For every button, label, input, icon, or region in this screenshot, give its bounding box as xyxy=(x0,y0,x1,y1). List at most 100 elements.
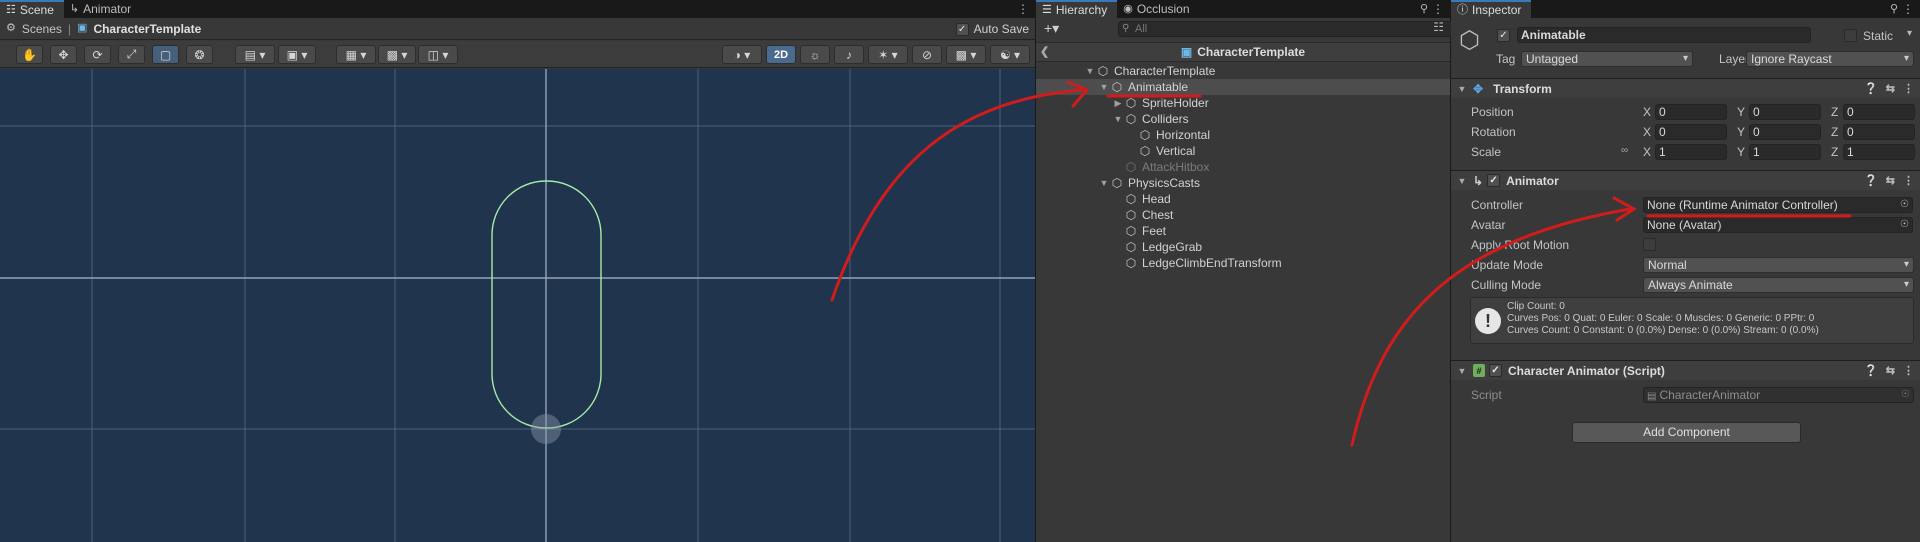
gizmos-dropdown[interactable]: ☯ ▾ xyxy=(990,45,1030,64)
transform-tool-button[interactable]: ❂ xyxy=(186,45,213,64)
tab-scene[interactable]: ☷ Scene xyxy=(0,0,64,18)
hierarchy-item-feet[interactable]: ⬡ Feet xyxy=(1036,223,1450,239)
tab-occlusion[interactable]: ◉ Occlusion xyxy=(1117,0,1199,18)
scale-z-field[interactable]: 1 xyxy=(1843,144,1915,160)
move-tool-button[interactable]: ✥ xyxy=(50,45,77,64)
gameobject-large-icon[interactable]: ⬡ xyxy=(1459,26,1480,55)
hierarchy-item-ledgegrab[interactable]: ⬡ LedgeGrab xyxy=(1036,239,1450,255)
presets-icon[interactable]: ⇆ xyxy=(1886,364,1895,377)
position-z-field[interactable]: 0 xyxy=(1843,104,1915,120)
position-y-field[interactable]: 0 xyxy=(1749,104,1821,120)
help-icon[interactable]: ❔ xyxy=(1864,364,1878,377)
align-dropdown[interactable]: ◫ ▾ xyxy=(418,45,458,64)
pivot-handle[interactable] xyxy=(531,414,561,444)
scene-menu-icon[interactable]: ⋮ xyxy=(1017,2,1029,16)
scale-tool-button[interactable]: ⤢ xyxy=(118,45,145,64)
scene-viewport[interactable] xyxy=(0,69,1035,542)
pivot-dropdown[interactable]: ▣ ▾ xyxy=(278,45,316,64)
hierarchy-search-input[interactable]: ⚲ All xyxy=(1118,21,1468,37)
object-name-field[interactable]: Animatable xyxy=(1517,27,1811,43)
static-dropdown-icon[interactable]: ▾ xyxy=(1907,28,1912,39)
audio-toggle[interactable]: ♪ xyxy=(834,45,864,64)
hierarchy-item-spriteholder[interactable]: ▶ ⬡ SpriteHolder xyxy=(1036,95,1450,111)
apply-root-motion-checkbox[interactable] xyxy=(1643,238,1656,251)
static-checkbox[interactable] xyxy=(1844,29,1857,42)
foldout-arrow-icon[interactable]: ▼ xyxy=(1455,176,1469,186)
tag-dropdown[interactable]: Untagged xyxy=(1521,51,1693,67)
transform-header[interactable]: ▼ ✥ Transform ❔ ⇆ ⋮ xyxy=(1451,78,1920,98)
controller-value: None (Runtime Animator Controller) xyxy=(1647,198,1838,212)
collapse-arrow-icon[interactable]: ▶ xyxy=(1112,98,1124,109)
expand-arrow-icon[interactable]: ▼ xyxy=(1112,114,1124,124)
lock-icon[interactable]: ⚲ xyxy=(1420,2,1428,15)
auto-save-checkbox[interactable]: ✓ xyxy=(955,22,969,36)
hierarchy-item-animatable[interactable]: ▼ ⬡ Animatable xyxy=(1036,79,1450,95)
animator-enabled-checkbox[interactable]: ✓ xyxy=(1487,174,1501,187)
effects-dropdown[interactable]: ✶ ▾ xyxy=(868,45,908,64)
hierarchy-item-colliders[interactable]: ▼ ⬡ Colliders xyxy=(1036,111,1450,127)
foldout-arrow-icon[interactable]: ▼ xyxy=(1455,84,1469,94)
hand-tool-button[interactable]: ✋ xyxy=(16,45,43,64)
hierarchy-menu-icon[interactable]: ⋮ xyxy=(1432,2,1444,16)
help-icon[interactable]: ❔ xyxy=(1864,174,1878,187)
rotation-z-field[interactable]: 0 xyxy=(1843,124,1915,140)
gizmo-tool-dropdown[interactable]: ▤ ▾ xyxy=(235,45,275,64)
hierarchy-item-ledgeclimbendtransform[interactable]: ⬡ LedgeClimbEndTransform xyxy=(1036,255,1450,271)
object-picker-icon[interactable]: ☉ xyxy=(1900,198,1909,212)
layer-dropdown[interactable]: Ignore Raycast xyxy=(1746,51,1914,67)
constrain-proportions-link-icon[interactable]: ∞ xyxy=(1621,145,1628,156)
camera-dropdown[interactable]: ▩ ▾ xyxy=(946,45,986,64)
back-chevron-icon[interactable]: ❮ xyxy=(1040,45,1049,58)
visibility-toggle[interactable]: ⊘ xyxy=(912,45,942,64)
expand-arrow-icon[interactable]: ▼ xyxy=(1098,82,1110,92)
auto-save-toggle[interactable]: ✓ Auto Save xyxy=(955,22,1029,36)
controller-object-field[interactable]: None (Runtime Animator Controller) ☉ xyxy=(1643,197,1913,213)
search-options-icon[interactable]: ☷ xyxy=(1433,20,1444,34)
create-plus-icon[interactable]: +▾ xyxy=(1044,20,1059,37)
rotation-y-field[interactable]: 0 xyxy=(1749,124,1821,140)
script-enabled-checkbox[interactable]: ✓ xyxy=(1489,364,1502,377)
culling-mode-dropdown[interactable]: Always Animate xyxy=(1643,277,1914,293)
lighting-toggle[interactable]: ☼ xyxy=(800,45,830,64)
foldout-arrow-icon[interactable]: ▼ xyxy=(1455,366,1469,376)
presets-icon[interactable]: ⇆ xyxy=(1886,174,1895,187)
expand-arrow-icon[interactable]: ▼ xyxy=(1084,66,1096,76)
avatar-object-field[interactable]: None (Avatar) ☉ xyxy=(1643,217,1913,233)
tab-hierarchy[interactable]: ☰ Hierarchy xyxy=(1036,0,1118,18)
object-picker-icon[interactable]: ☉ xyxy=(1900,218,1909,232)
breadcrumb-root[interactable]: Scenes xyxy=(22,22,62,36)
hierarchy-item-head[interactable]: ⬡ Head xyxy=(1036,191,1450,207)
hierarchy-item-attackhitbox[interactable]: ⬡ AttackHitbox xyxy=(1036,159,1450,175)
rotate-tool-button[interactable]: ⟳ xyxy=(84,45,111,64)
update-mode-dropdown[interactable]: Normal xyxy=(1643,257,1914,273)
expand-arrow-icon[interactable]: ▼ xyxy=(1098,178,1110,188)
position-x-field[interactable]: 0 xyxy=(1655,104,1727,120)
component-menu-icon[interactable]: ⋮ xyxy=(1903,82,1914,95)
draw-mode-dropdown[interactable]: ◑ ▾ xyxy=(722,45,762,64)
scale-x-field[interactable]: 1 xyxy=(1655,144,1727,160)
tab-inspector[interactable]: ⓘ Inspector xyxy=(1451,0,1532,18)
presets-icon[interactable]: ⇆ xyxy=(1886,82,1895,95)
rect-tool-button[interactable]: ▢ xyxy=(152,45,179,64)
scene-tabbar: ☷ Scene ↳ Animator xyxy=(0,0,1035,18)
inspector-menu-icon[interactable]: ⋮ xyxy=(1902,2,1914,16)
component-menu-icon[interactable]: ⋮ xyxy=(1903,364,1914,377)
hierarchy-item-physicscasts[interactable]: ▼ ⬡ PhysicsCasts xyxy=(1036,175,1450,191)
character-animator-header[interactable]: ▼ # ✓ Character Animator (Script) ❔ ⇆ ⋮ xyxy=(1451,360,1920,380)
mode-2d-button[interactable]: 2D xyxy=(766,45,796,64)
component-menu-icon[interactable]: ⋮ xyxy=(1903,174,1914,187)
grid-snap-dropdown[interactable]: ▦ ▾ xyxy=(336,45,376,64)
hierarchy-item-horizontal[interactable]: ⬡ Horizontal xyxy=(1036,127,1450,143)
snap-increment-dropdown[interactable]: ▩ ▾ xyxy=(378,45,416,64)
rotation-x-field[interactable]: 0 xyxy=(1655,124,1727,140)
lock-icon[interactable]: ⚲ xyxy=(1890,2,1898,15)
scale-y-field[interactable]: 1 xyxy=(1749,144,1821,160)
tab-animator[interactable]: ↳ Animator xyxy=(64,0,141,18)
help-icon[interactable]: ❔ xyxy=(1864,82,1878,95)
hierarchy-item-charactertemplate[interactable]: ▼ ⬡ CharacterTemplate xyxy=(1036,63,1450,79)
add-component-button[interactable]: Add Component xyxy=(1572,422,1801,443)
active-checkbox[interactable]: ✓ xyxy=(1497,29,1510,42)
hierarchy-item-chest[interactable]: ⬡ Chest xyxy=(1036,207,1450,223)
animator-header[interactable]: ▼ ↳ ✓ Animator ❔ ⇆ ⋮ xyxy=(1451,170,1920,190)
hierarchy-item-vertical[interactable]: ⬡ Vertical xyxy=(1036,143,1450,159)
